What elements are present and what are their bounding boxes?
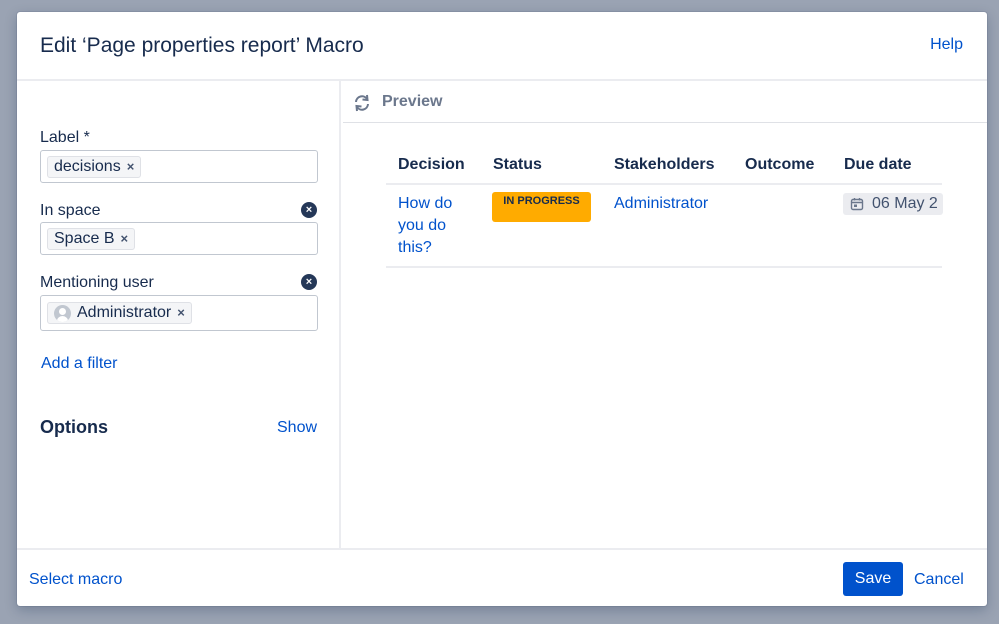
column-header-stakeholders: Stakeholders xyxy=(614,156,715,173)
select-macro-link[interactable]: Select macro xyxy=(29,571,122,589)
due-date-lozenge: 06 May 2 xyxy=(843,193,943,215)
chip-remove-icon[interactable]: × xyxy=(127,157,135,177)
label-chip-decisions: decisions × xyxy=(47,156,142,178)
decision-link[interactable]: How do you do this? xyxy=(398,193,452,259)
space-chip: Space B × xyxy=(47,228,136,250)
chip-text: decisions xyxy=(54,158,121,175)
table-row-divider xyxy=(386,266,942,268)
chip-remove-icon[interactable]: × xyxy=(177,303,185,323)
refresh-icon[interactable] xyxy=(352,93,372,113)
dialog-title: Edit ‘Page properties report’ Macro xyxy=(40,34,364,57)
edit-macro-dialog: Edit ‘Page properties report’ Macro Help… xyxy=(17,12,987,606)
clear-space-icon[interactable]: × xyxy=(301,202,317,218)
add-filter-link[interactable]: Add a filter xyxy=(41,355,117,373)
chip-remove-icon[interactable]: × xyxy=(120,229,128,249)
preview-bar: Preview xyxy=(343,81,987,123)
help-link[interactable]: Help xyxy=(930,36,963,54)
user-avatar-icon xyxy=(54,304,71,322)
preview-label: Preview xyxy=(382,93,443,110)
chip-text: Administrator xyxy=(77,304,172,321)
space-field-label: In space xyxy=(40,202,101,219)
show-options-link[interactable]: Show xyxy=(277,419,317,437)
table-header-divider xyxy=(386,183,942,185)
space-input[interactable]: Space B × xyxy=(40,222,318,255)
decision-line: you do xyxy=(398,217,447,234)
column-header-outcome: Outcome xyxy=(745,156,815,173)
label-input[interactable]: decisions × xyxy=(40,150,318,183)
label-field-label: Label * xyxy=(40,129,90,146)
preview-panel: Preview Decision Status Stakeholders Out… xyxy=(343,81,987,548)
status-lozenge: IN PROGRESS xyxy=(492,192,591,222)
decision-line: this? xyxy=(398,239,432,256)
column-header-status: Status xyxy=(493,156,542,173)
options-heading: Options xyxy=(40,417,108,437)
clear-user-icon[interactable]: × xyxy=(301,274,317,290)
stakeholder-link[interactable]: Administrator xyxy=(614,193,708,215)
decision-line: How do xyxy=(398,195,453,212)
user-chip: Administrator × xyxy=(47,302,192,324)
macro-parameters-panel: Label * decisions × In space × Space B ×… xyxy=(17,81,341,548)
save-button[interactable]: Save xyxy=(843,562,903,596)
due-date-text: 06 May 2 xyxy=(872,195,938,212)
column-header-decision: Decision xyxy=(398,156,465,173)
calendar-icon xyxy=(850,198,864,211)
dialog-footer: Select macro Save Cancel xyxy=(17,548,987,606)
mentioning-user-input[interactable]: Administrator × xyxy=(40,295,318,331)
user-field-label: Mentioning user xyxy=(40,274,154,291)
chip-text: Space B xyxy=(54,230,115,247)
dialog-header: Edit ‘Page properties report’ Macro Help xyxy=(17,12,987,81)
column-header-due-date: Due date xyxy=(844,156,912,173)
cancel-link[interactable]: Cancel xyxy=(914,571,964,589)
